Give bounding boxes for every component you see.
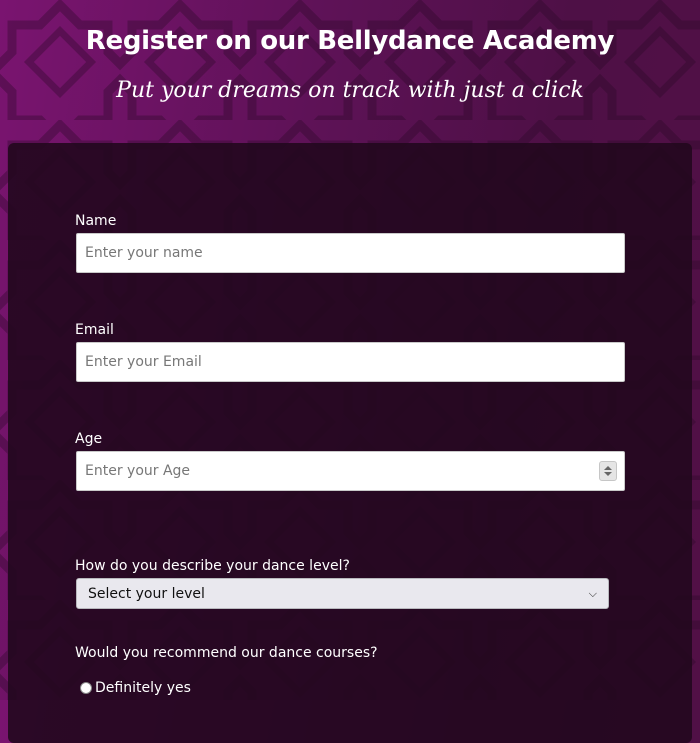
page-subtitle: Put your dreams on track with just a cli… bbox=[116, 78, 584, 103]
age-label: Age bbox=[75, 431, 103, 447]
recommend-label: Would you recommend our dance courses? bbox=[75, 645, 378, 661]
email-label: Email bbox=[75, 322, 114, 338]
chevron-down-icon: ⌵ bbox=[588, 586, 597, 600]
registration-form: Name Email Age How do you describe your … bbox=[8, 143, 692, 743]
age-input[interactable] bbox=[76, 451, 625, 491]
dance-level-selected-value: Select your level bbox=[88, 585, 205, 602]
radio-button[interactable] bbox=[80, 682, 92, 694]
stepper-up-icon[interactable] bbox=[604, 466, 612, 470]
age-stepper[interactable] bbox=[599, 461, 617, 481]
name-input[interactable] bbox=[76, 233, 625, 273]
radio-option-definitely-yes[interactable]: Definitely yes bbox=[80, 680, 191, 696]
page-title: Register on our Bellydance Academy bbox=[85, 26, 615, 56]
email-input[interactable] bbox=[76, 342, 625, 382]
radio-option-label: Definitely yes bbox=[95, 680, 191, 696]
name-label: Name bbox=[75, 213, 117, 229]
stepper-down-icon[interactable] bbox=[604, 472, 612, 476]
dance-level-label: How do you describe your dance level? bbox=[75, 558, 350, 574]
dance-level-select[interactable]: Select your level ⌵ bbox=[76, 578, 609, 609]
